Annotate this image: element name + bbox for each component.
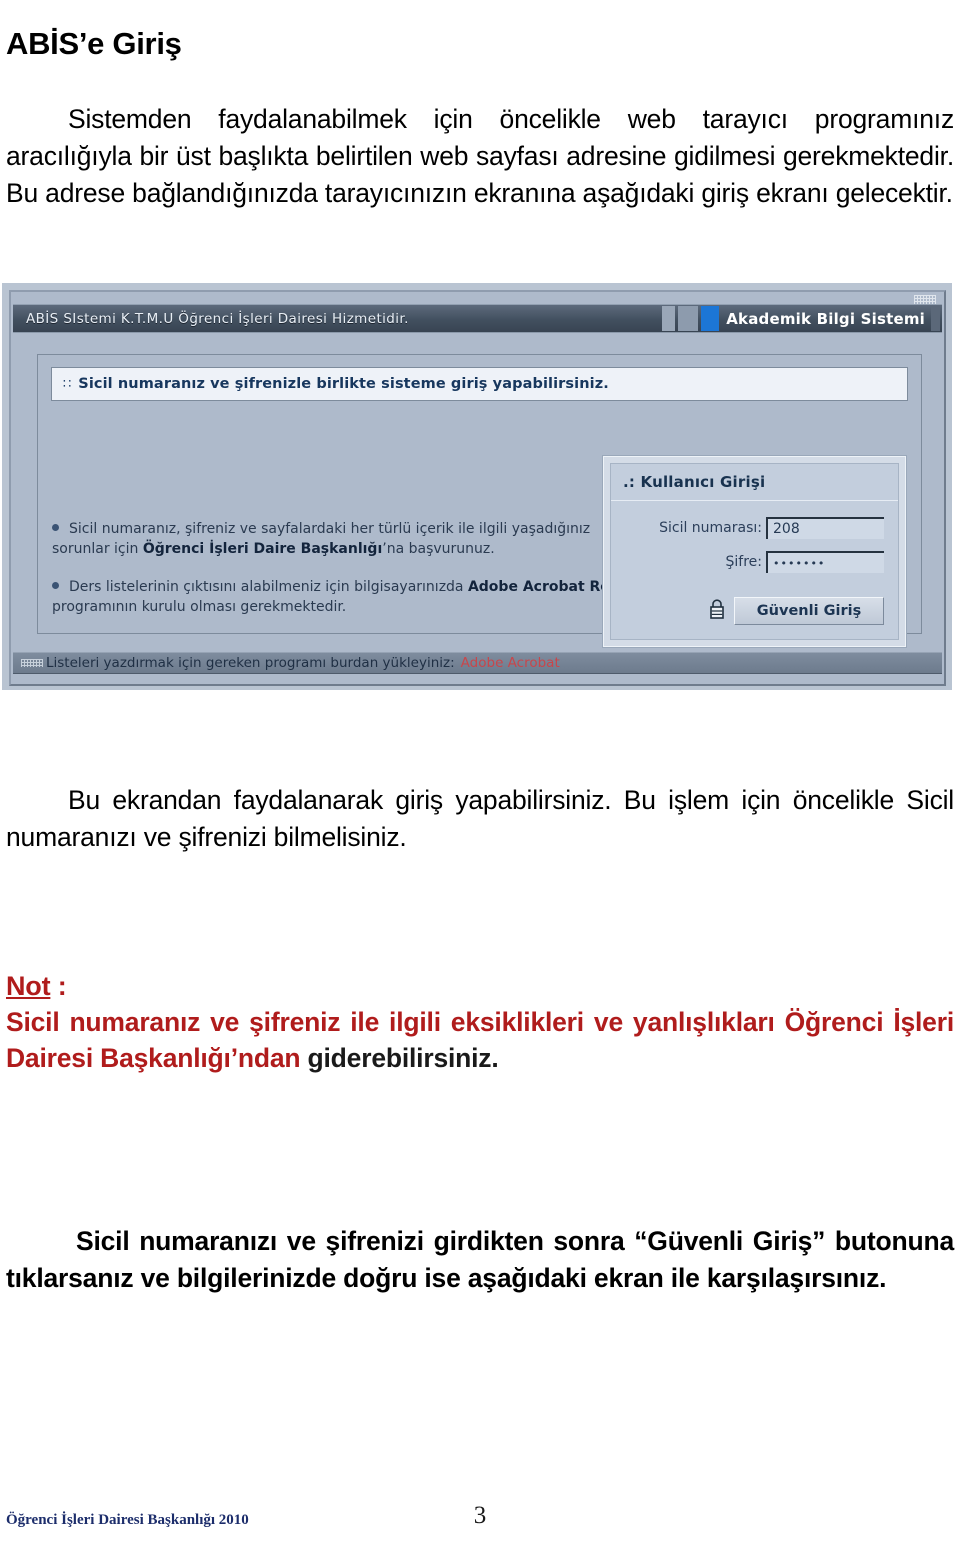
app-content-frame: ∷ Sicil numaranız ve şifrenizle birlikte… [37, 354, 922, 648]
app-titlebar: ABİS SIstemi K.T.M.U Öğrenci İşleri Dair… [13, 295, 942, 333]
login-panel-title: .: Kullanıcı Girişi [611, 464, 898, 501]
info-item-post: programının kurulu olması gerekmektedir. [52, 599, 347, 615]
list-item: Sicil numaranız, şifreniz ve sayfalardak… [52, 519, 652, 559]
info-item-post: ’na başvurunuz. [382, 541, 495, 557]
login-panel: .: Kullanıcı Girişi Sicil numarası: 208 … [602, 455, 907, 648]
info-item-bold: Öğrenci İşleri Daire Başkanlığı [142, 541, 383, 557]
note-label-suffix: : [50, 971, 67, 1001]
note-heading: Not : [6, 968, 954, 1004]
app-footer-bar: Listeleri yazdırmak için gereken program… [13, 652, 942, 674]
app-footer-text: Listeleri yazdırmak için gereken program… [46, 655, 455, 671]
notice-bar: ∷ Sicil numaranız ve şifrenizle birlikte… [51, 367, 908, 401]
titlebar-accent-square [701, 306, 720, 331]
bullet-icon [52, 582, 59, 589]
login-form: Sicil numarası: 208 Şifre: ••••••• Güven… [611, 501, 898, 639]
guvenli-giris-button[interactable]: Güvenli Giriş [734, 597, 884, 625]
sicil-input[interactable]: 208 [766, 517, 884, 539]
sifre-label: Şifre: [725, 554, 762, 570]
intro-paragraph: Sistemden faydalanabilmek için öncelikle… [6, 103, 954, 208]
sicil-field-row: Sicil numarası: 208 [621, 517, 884, 539]
bullet-icon [52, 524, 59, 531]
note-text-dark: giderebilirsiniz. [307, 1043, 499, 1073]
note-label: Not [6, 971, 51, 1001]
sicil-label: Sicil numarası: [659, 520, 762, 536]
list-item: Ders listelerinin çıktısını alabilmeniz … [52, 577, 652, 617]
info-list: Sicil numaranız, şifreniz ve sayfalardak… [52, 519, 652, 617]
page-title: ABİS’e Giriş [6, 25, 182, 61]
sifre-input[interactable]: ••••••• [766, 551, 884, 573]
titlebar-segment-2 [678, 306, 699, 331]
titlebar-segment-1 [662, 306, 676, 331]
app-brand-label: Akademik Bilgi Sistemi [726, 309, 925, 328]
info-item-pre: Ders listelerinin çıktısını alabilmeniz … [69, 579, 468, 595]
document-page: ABİS’e Giriş Sistemden faydalanabilmek i… [0, 0, 960, 1555]
footer-grip-icon [21, 659, 43, 667]
page-number: 3 [473, 1502, 487, 1529]
login-panel-inner: .: Kullanıcı Girişi Sicil numarası: 208 … [610, 463, 899, 640]
login-actions: Güvenli Giriş [621, 585, 884, 625]
notice-bullet-icon: ∷ [63, 376, 72, 392]
embedded-app-screenshot: ABİS SIstemi K.T.M.U Öğrenci İşleri Dair… [2, 283, 952, 690]
titlebar-endcap [931, 306, 940, 331]
notice-text: Sicil numaranız ve şifrenizle birlikte s… [78, 376, 609, 392]
note-block: Not : Sicil numaranız ve şifreniz ile il… [6, 968, 954, 1076]
sifre-field-row: Şifre: ••••••• [621, 551, 884, 573]
adobe-acrobat-link[interactable]: Adobe Acrobat [455, 655, 560, 671]
app-titlebar-text: ABİS SIstemi K.T.M.U Öğrenci İşleri Dair… [26, 310, 409, 327]
resize-grip-icon [914, 295, 936, 304]
lock-icon [708, 598, 726, 624]
app-window: ABİS SIstemi K.T.M.U Öğrenci İşleri Dair… [9, 290, 946, 686]
note-body: Sicil numaranız ve şifreniz ile ilgili e… [6, 1004, 954, 1076]
after-screenshot-paragraph: Bu ekrandan faydalanarak giriş yapabilir… [6, 784, 954, 852]
closing-paragraph: Sicil numaranızı ve şifrenizi girdikten … [6, 1225, 954, 1293]
